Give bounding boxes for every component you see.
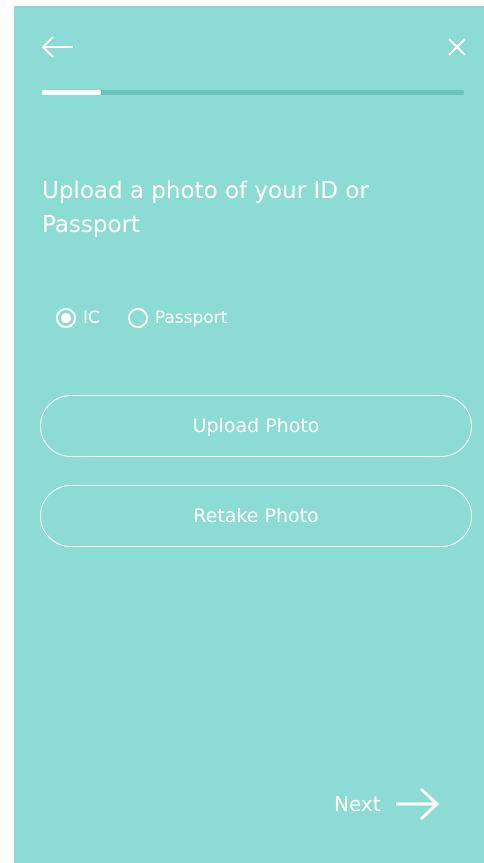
radio-label-passport: Passport	[154, 308, 228, 328]
radio-dot	[61, 313, 71, 323]
radio-ic-selected-icon[interactable]	[56, 308, 76, 328]
radio-option-ic[interactable]: IC	[56, 308, 100, 328]
progress-bar-fill	[42, 90, 102, 95]
back-button[interactable]	[40, 32, 76, 62]
id-type-radio-group: IC Passport	[56, 308, 227, 328]
page-title: Upload a photo of your ID or Passport	[42, 178, 369, 238]
radio-passport-unselected-icon[interactable]	[127, 308, 148, 328]
progress-bar	[42, 90, 464, 95]
radio-option-passport[interactable]: Passport	[127, 308, 228, 328]
close-icon	[448, 38, 466, 56]
retake-photo-button[interactable]: Retake Photo	[40, 485, 472, 547]
close-button[interactable]	[442, 32, 472, 62]
radio-label-ic: IC	[83, 308, 100, 328]
upload-id-screen: Upload a photo of your ID or Passport IC…	[14, 6, 484, 863]
arrow-right-icon	[395, 787, 439, 821]
arrow-left-icon	[41, 36, 73, 58]
upload-photo-button[interactable]: Upload Photo	[40, 395, 472, 457]
next-label: Next	[334, 792, 381, 816]
next-button[interactable]: Next	[334, 784, 441, 824]
